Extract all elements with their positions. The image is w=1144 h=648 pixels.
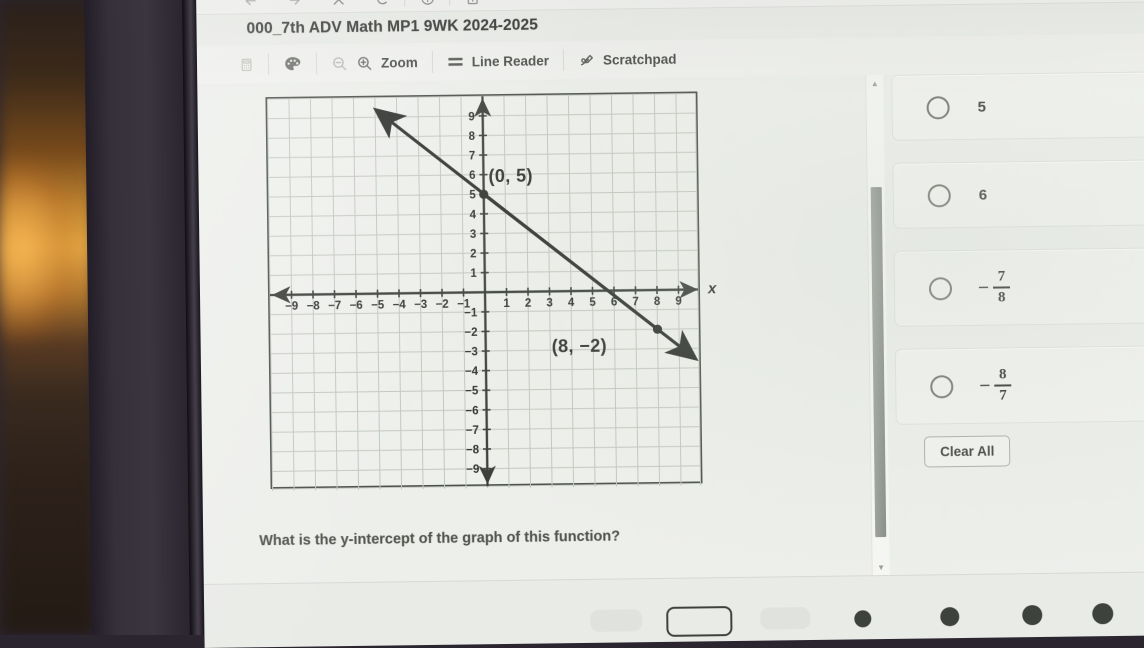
svg-text:−9: −9 — [285, 301, 298, 313]
fraction-sign: − — [979, 376, 990, 395]
scratchpad-icon — [578, 51, 595, 68]
x-axis-label: x — [708, 280, 717, 297]
coordinate-graph: −9 −8 −7 −6 −5 −4 −3 −2 −1 1 2 3 4 5 6 7 — [265, 91, 706, 493]
annotation-point-2: (8, −2) — [552, 336, 608, 358]
browser-toolbar — [196, 0, 1144, 15]
svg-text:5: 5 — [589, 297, 596, 309]
svg-text:4: 4 — [568, 297, 575, 309]
svg-text:1: 1 — [503, 298, 510, 310]
close-icon[interactable] — [316, 0, 360, 12]
fraction-sign: − — [978, 278, 989, 297]
svg-text:3: 3 — [546, 297, 553, 309]
svg-text:−5: −5 — [371, 300, 385, 312]
bottom-dot-2[interactable] — [940, 607, 959, 626]
scratchpad-tool[interactable]: Scratchpad — [564, 40, 691, 80]
svg-text:8: 8 — [468, 131, 475, 143]
calculator-tool[interactable] — [197, 45, 268, 84]
bottom-outline-button[interactable] — [666, 606, 732, 637]
palette-tool[interactable] — [269, 44, 316, 83]
svg-text:−8: −8 — [466, 444, 480, 456]
answer-fraction: − 7 8 — [978, 270, 1011, 306]
svg-text:−9: −9 — [466, 464, 479, 476]
svg-text:−4: −4 — [393, 299, 407, 311]
bottom-dot-1[interactable] — [854, 610, 871, 627]
svg-text:2: 2 — [470, 248, 477, 260]
svg-text:6: 6 — [469, 170, 476, 182]
svg-text:−5: −5 — [465, 386, 479, 398]
clear-all-button[interactable]: Clear All — [924, 435, 1011, 467]
svg-text:9: 9 — [675, 296, 682, 308]
svg-text:−8: −8 — [307, 300, 321, 312]
svg-text:3: 3 — [470, 229, 477, 241]
fraction-denominator: 8 — [998, 288, 1006, 305]
bottom-dot-3[interactable] — [1022, 605, 1042, 625]
fraction-numerator: 7 — [998, 270, 1006, 287]
line-reader-tool[interactable]: Line Reader — [432, 41, 563, 81]
scrollbar-thumb[interactable] — [871, 187, 887, 537]
annotation-point-1: (0, 5) — [488, 166, 533, 188]
fraction-numerator: 8 — [999, 368, 1007, 385]
bottom-pill-1[interactable] — [590, 609, 642, 632]
question-body: −9 −8 −7 −6 −5 −4 −3 −2 −1 1 2 3 4 5 6 7 — [197, 71, 1144, 584]
svg-text:−2: −2 — [464, 327, 477, 339]
screen: 000_7th ADV Math MP1 9WK 2024-2025 Zoom — [196, 0, 1144, 648]
scratchpad-label: Scratchpad — [603, 51, 677, 67]
answer-option-5[interactable]: 5 — [891, 71, 1144, 141]
svg-text:−6: −6 — [350, 300, 363, 312]
svg-text:1: 1 — [470, 268, 477, 280]
svg-text:5: 5 — [469, 190, 476, 202]
scroll-up-arrow[interactable]: ▲ — [866, 75, 883, 91]
answer-option-neg-seven-eighths[interactable]: − 7 8 — [894, 247, 1144, 327]
svg-text:9: 9 — [468, 111, 475, 123]
svg-text:−7: −7 — [328, 300, 341, 312]
svg-text:−2: −2 — [436, 299, 449, 311]
fraction-denominator: 7 — [999, 386, 1007, 403]
radio-button-icon[interactable] — [928, 184, 951, 207]
page-title: 000_7th ADV Math MP1 9WK 2024-2025 — [246, 17, 538, 39]
svg-text:−1: −1 — [464, 307, 478, 319]
forward-icon[interactable] — [272, 0, 316, 13]
svg-text:−7: −7 — [466, 425, 479, 437]
svg-text:−4: −4 — [465, 366, 479, 378]
radio-button-icon[interactable] — [930, 375, 953, 398]
palette-icon — [283, 54, 302, 73]
answer-fraction: − 8 7 — [979, 368, 1012, 404]
svg-text:8: 8 — [654, 296, 661, 308]
reload-icon[interactable] — [360, 0, 404, 12]
zoom-label: Zoom — [381, 55, 418, 70]
new-page-icon[interactable] — [450, 0, 494, 11]
bottom-bar — [204, 571, 1144, 648]
zoom-out-icon[interactable] — [331, 55, 348, 72]
zoom-tool[interactable]: Zoom — [317, 43, 432, 82]
svg-text:4: 4 — [470, 209, 477, 221]
answer-options-list: 5 6 − 7 8 − — [891, 71, 1144, 447]
zoom-in-icon[interactable] — [356, 54, 373, 71]
svg-text:−3: −3 — [414, 299, 427, 311]
scroll-down-arrow[interactable]: ▼ — [873, 559, 890, 575]
svg-text:7: 7 — [632, 296, 639, 308]
graph-svg: −9 −8 −7 −6 −5 −4 −3 −2 −1 1 2 3 4 5 6 7 — [265, 91, 706, 493]
radio-button-icon[interactable] — [929, 277, 952, 300]
line-reader-label: Line Reader — [472, 53, 549, 69]
question-text: What is the y-intercept of the graph of … — [259, 526, 779, 549]
radio-button-icon[interactable] — [926, 96, 949, 119]
answer-label: 6 — [979, 186, 988, 203]
calculator-icon — [239, 57, 254, 72]
svg-text:7: 7 — [469, 150, 476, 162]
background-light — [0, 160, 70, 340]
svg-text:2: 2 — [525, 298, 532, 310]
svg-text:−3: −3 — [465, 346, 478, 358]
bottom-dot-4[interactable] — [1092, 603, 1113, 624]
answer-option-6[interactable]: 6 — [892, 159, 1144, 229]
answer-label: 5 — [978, 98, 987, 115]
answer-option-neg-eight-sevenths[interactable]: − 8 7 — [895, 345, 1144, 425]
svg-text:−6: −6 — [465, 405, 478, 417]
back-icon[interactable] — [228, 0, 272, 14]
line-reader-icon — [447, 55, 464, 68]
vertical-scrollbar[interactable]: ▲ ▼ — [865, 75, 890, 575]
info-icon[interactable] — [405, 0, 449, 11]
bottom-pill-2[interactable] — [760, 607, 810, 630]
